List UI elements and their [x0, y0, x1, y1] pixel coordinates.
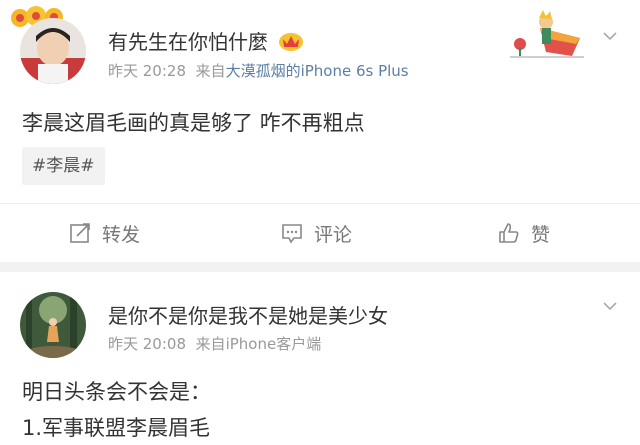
like-button[interactable]: 赞 [497, 218, 550, 248]
source-prefix: 来自 [195, 62, 226, 80]
divider [0, 203, 640, 204]
topic-tag[interactable]: #李晨# [22, 147, 105, 185]
avatar[interactable] [20, 18, 86, 84]
user-name[interactable]: 是你不是你是我不是她是美少女 [108, 300, 388, 329]
weibo-post-card: 有先生在你怕什麼 昨天 20:28 来自大漠孤烟的iPhone 6s Plus [0, 0, 640, 262]
post-meta: 昨天 20:08 来自iPhone客户端 [108, 333, 321, 354]
avatar[interactable] [20, 292, 86, 358]
weibo-post-card: 是你不是你是我不是她是美少女 昨天 20:08 来自iPhone客户端 明日头条… [0, 272, 640, 445]
post-source-link[interactable]: 大漠孤烟的iPhone 6s Plus [226, 62, 409, 80]
post-meta: 昨天 20:28 来自大漠孤烟的iPhone 6s Plus [108, 60, 409, 81]
comment-label: 评论 [314, 223, 353, 246]
chevron-down-icon[interactable] [602, 28, 618, 44]
chevron-down-icon[interactable] [602, 298, 618, 314]
little-prince-decoration-icon [510, 8, 584, 58]
post-time: 昨天 20:08 [108, 335, 186, 353]
comment-button[interactable]: 评论 [280, 218, 352, 248]
post-text-line: 明日头条会不会是： [22, 380, 211, 404]
repost-button[interactable]: 转发 [68, 218, 140, 248]
like-label: 赞 [531, 223, 551, 246]
user-name[interactable]: 有先生在你怕什麼 [108, 26, 304, 57]
thumbs-up-icon [499, 223, 519, 243]
vip-crown-icon [278, 30, 304, 57]
user-name-text: 有先生在你怕什麼 [108, 30, 268, 54]
repost-icon [70, 223, 90, 243]
post-text: 李晨这眉毛画的真是够了 咋不再粗点 [22, 111, 365, 135]
post-text-line: 1.军事联盟李晨眉毛 [22, 416, 211, 440]
source-prefix: 来自 [195, 335, 226, 353]
post-time: 昨天 20:28 [108, 62, 186, 80]
post-source: iPhone客户端 [225, 335, 322, 353]
repost-label: 转发 [102, 223, 141, 246]
comment-icon [282, 224, 302, 244]
